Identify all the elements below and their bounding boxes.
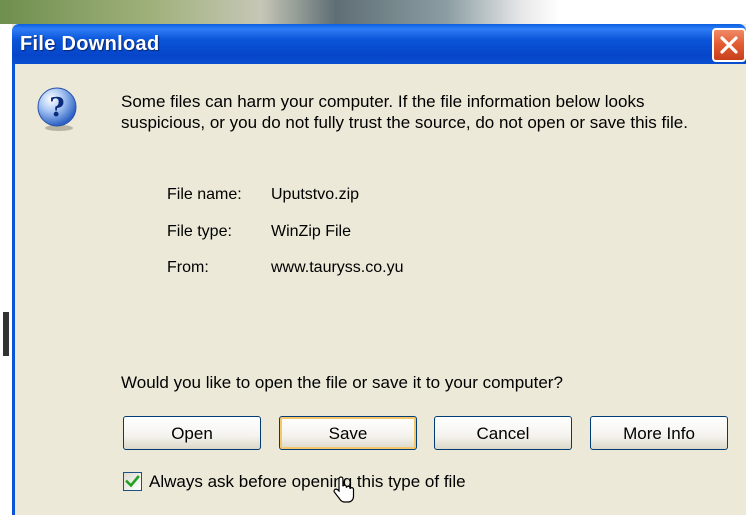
security-warning-text: Some files can harm your computer. If th… xyxy=(121,92,688,132)
mouse-pointer-icon xyxy=(333,476,355,508)
desktop-background xyxy=(0,0,746,24)
more-info-button[interactable]: More Info xyxy=(590,416,728,450)
background-mark xyxy=(3,312,9,356)
file-type-value: WinZip File xyxy=(271,223,352,240)
dialog-body: ? Some files can harm your computer. If … xyxy=(12,64,746,515)
file-name-value: Uputstvo.zip xyxy=(271,186,360,203)
save-button[interactable]: Save xyxy=(279,416,417,450)
from-label: From: xyxy=(167,259,209,276)
cancel-button[interactable]: Cancel xyxy=(434,416,572,450)
close-icon xyxy=(720,36,738,54)
file-type-label: File type: xyxy=(167,223,232,240)
always-ask-label[interactable]: Always ask before opening this type of f… xyxy=(149,472,466,492)
file-download-dialog: File Download ? Some files can harm your… xyxy=(12,24,746,515)
question-icon: ? xyxy=(35,86,81,132)
close-button[interactable] xyxy=(712,28,746,62)
from-value: www.tauryss.co.yu xyxy=(271,259,404,276)
svg-text:?: ? xyxy=(49,93,64,123)
title-bar[interactable]: File Download xyxy=(12,24,746,64)
dialog-title: File Download xyxy=(20,33,160,55)
always-ask-checkbox[interactable] xyxy=(123,472,142,491)
checkmark-icon xyxy=(125,475,140,488)
file-name-label: File name: xyxy=(167,186,242,203)
open-button[interactable]: Open xyxy=(123,416,261,450)
save-question-text: Would you like to open the file or save … xyxy=(121,373,563,392)
